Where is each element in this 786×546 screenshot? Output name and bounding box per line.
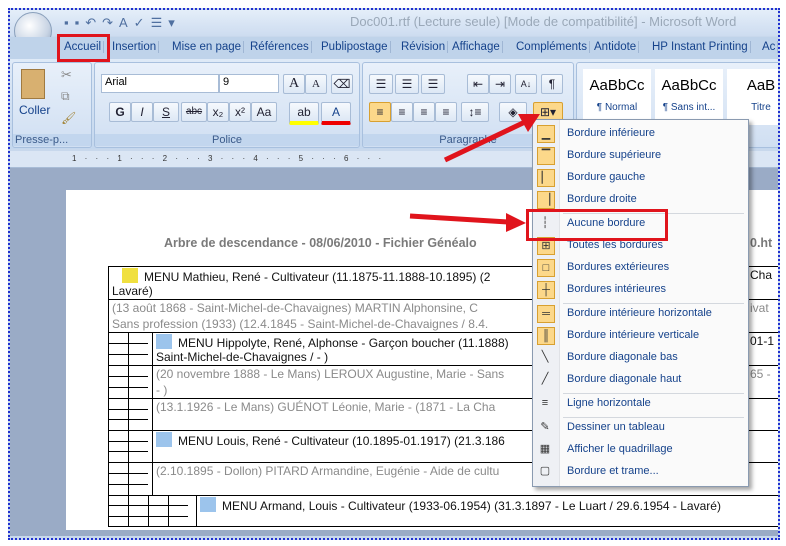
arrow-head-2 — [506, 213, 526, 232]
arrow-to-borders-button — [443, 119, 527, 163]
arrow-to-no-border — [409, 213, 509, 225]
annotation-arrows — [409, 114, 540, 232]
